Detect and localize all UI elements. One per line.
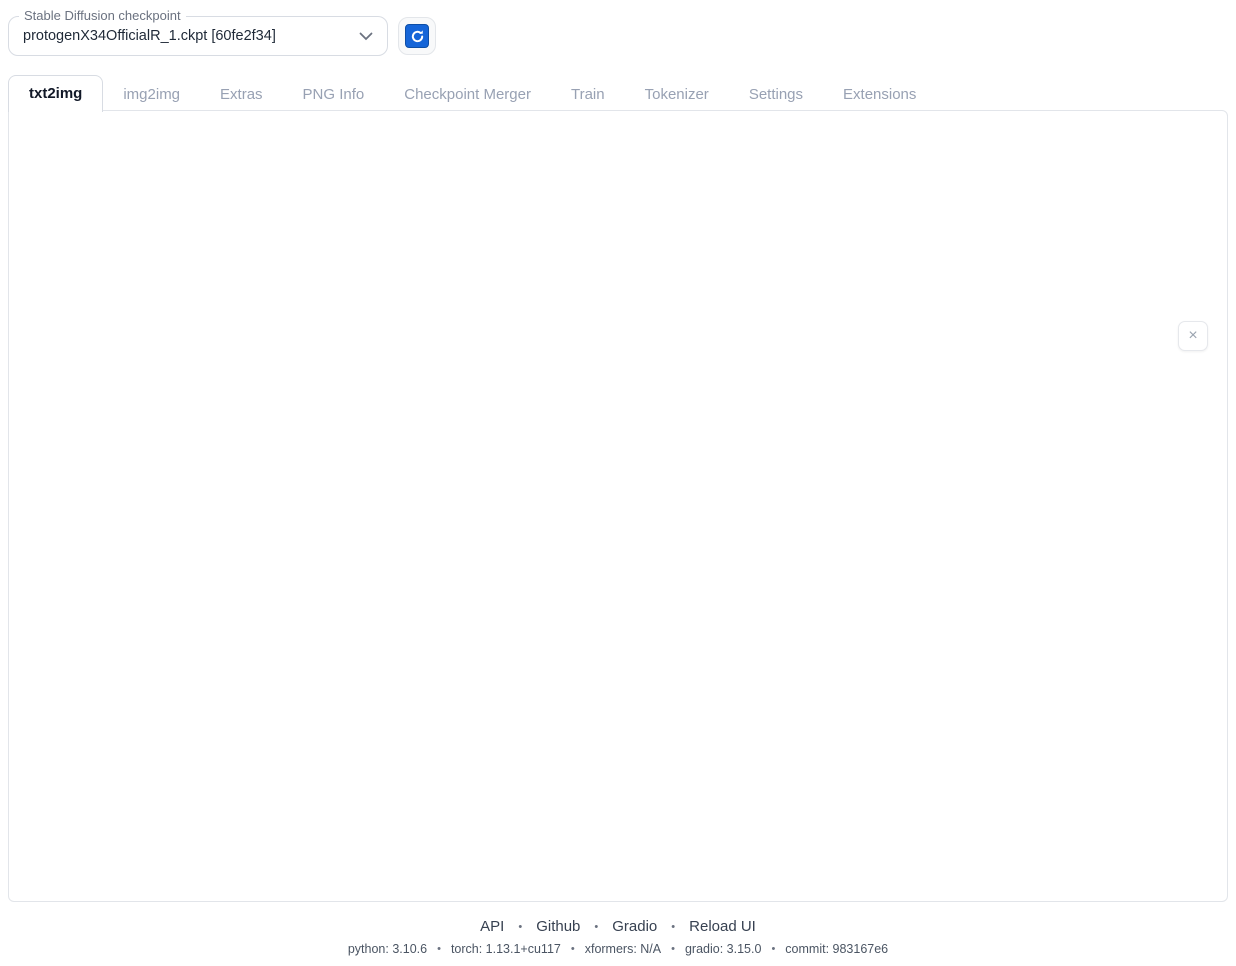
chevron-down-icon: [359, 32, 373, 41]
reload-ui-link[interactable]: Reload UI: [689, 918, 756, 935]
checkpoint-select[interactable]: Stable Diffusion checkpoint protogenX34O…: [8, 16, 388, 56]
tab-txt2img[interactable]: txt2img: [8, 75, 103, 112]
footer-versions: python: 3.10.6• torch: 1.13.1+cu117• xfo…: [0, 942, 1236, 956]
commit-hash: commit: 983167e6: [785, 942, 888, 956]
github-link[interactable]: Github: [536, 918, 580, 935]
tab-png-info[interactable]: PNG Info: [283, 77, 385, 111]
close-gallery-button[interactable]: ×: [1178, 321, 1208, 351]
tab-train[interactable]: Train: [551, 77, 625, 111]
main-tabs: txt2img img2img Extras PNG Info Checkpoi…: [8, 74, 936, 111]
tab-extensions[interactable]: Extensions: [823, 77, 936, 111]
txt2img-panel: [8, 110, 1228, 902]
refresh-checkpoint-button[interactable]: [398, 17, 436, 55]
tab-tokenizer[interactable]: Tokenizer: [625, 77, 729, 111]
python-version: python: 3.10.6: [348, 942, 427, 956]
tab-extras[interactable]: Extras: [200, 77, 283, 111]
txt2img-page: Stable Diffusion checkpoint protogenX34O…: [0, 0, 1236, 966]
xformers-version: xformers: N/A: [585, 942, 661, 956]
checkpoint-label: Stable Diffusion checkpoint: [19, 8, 186, 23]
checkpoint-value: protogenX34OfficialR_1.ckpt [60fe2f34]: [23, 28, 359, 44]
torch-version: torch: 1.13.1+cu117: [451, 942, 561, 956]
gradio-link[interactable]: Gradio: [612, 918, 657, 935]
footer-links: API• Github• Gradio• Reload UI: [0, 918, 1236, 935]
tab-img2img[interactable]: img2img: [103, 77, 200, 111]
close-icon: ×: [1188, 327, 1197, 345]
refresh-icon: [405, 24, 429, 48]
api-link[interactable]: API: [480, 918, 504, 935]
gradio-version: gradio: 3.15.0: [685, 942, 761, 956]
tab-settings[interactable]: Settings: [729, 77, 823, 111]
tab-checkpoint-merger[interactable]: Checkpoint Merger: [384, 77, 551, 111]
